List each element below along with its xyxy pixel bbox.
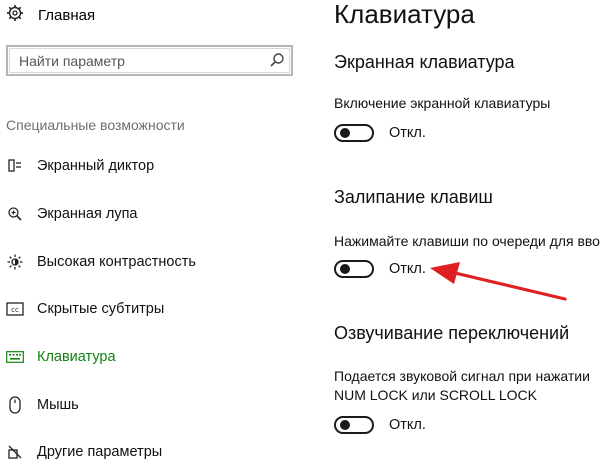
section-label: Специальные возможности xyxy=(6,117,185,133)
section-heading-sticky-keys: Залипание клавиш xyxy=(334,187,493,207)
sidebar-item-label: Другие параметры xyxy=(37,444,163,460)
narrator-icon xyxy=(6,157,24,175)
toggle-state-label: Откл. xyxy=(389,125,426,141)
sidebar-item-high-contrast[interactable]: Высокая контрастность xyxy=(6,251,196,273)
search-placeholder: Найти параметр xyxy=(19,53,125,69)
sidebar-item-other-options[interactable]: Другие параметры xyxy=(6,441,162,463)
closed-captions-icon: cc xyxy=(6,300,24,318)
sidebar-item-closed-captions[interactable]: cc Скрытые субтитры xyxy=(6,298,164,320)
sticky-keys-toggle[interactable] xyxy=(334,260,374,278)
toggle-state-label: Откл. xyxy=(389,261,426,277)
sidebar-item-label: Экранный диктор xyxy=(37,158,155,174)
search-box[interactable]: Найти параметр xyxy=(6,45,293,76)
toggle-row-on-screen-keyboard: Откл. xyxy=(334,121,426,145)
section-heading-on-screen-keyboard: Экранная клавиатура xyxy=(334,52,515,72)
home-label: Главная xyxy=(38,6,96,24)
toggle-knob xyxy=(340,264,350,274)
sidebar-item-label: Клавиатура xyxy=(37,349,116,365)
high-contrast-icon xyxy=(6,253,24,271)
sidebar-item-narrator[interactable]: Экранный диктор xyxy=(6,155,154,177)
toggle-keys-toggle[interactable] xyxy=(334,416,374,434)
on-screen-keyboard-toggle[interactable] xyxy=(334,124,374,142)
toggle-state-label: Откл. xyxy=(389,417,426,433)
setting-description: Нажимайте клавиши по очереди для вво xyxy=(334,233,600,249)
toggle-knob xyxy=(340,128,350,138)
svg-text:cc: cc xyxy=(11,306,19,314)
sidebar-item-mouse[interactable]: Мышь xyxy=(6,394,79,416)
keyboard-icon xyxy=(6,348,24,366)
setting-description-line-2: NUM LOCK или SCROLL LOCK xyxy=(334,387,537,403)
other-options-icon xyxy=(6,443,24,461)
sidebar-item-magnifier[interactable]: Экранная лупа xyxy=(6,203,137,225)
toggle-row-toggle-keys: Откл. xyxy=(334,413,426,437)
sidebar-item-label: Мышь xyxy=(37,397,79,413)
sidebar-item-label: Экранная лупа xyxy=(37,206,138,222)
page-title: Клавиатура xyxy=(334,0,475,29)
mouse-icon xyxy=(6,396,24,414)
sidebar-item-keyboard[interactable]: Клавиатура xyxy=(6,346,116,368)
setting-description-line-1: Подается звуковой сигнал при нажатии xyxy=(334,368,590,384)
search-icon[interactable] xyxy=(269,52,285,73)
sidebar: Главная Найти параметр Специальные возмо… xyxy=(0,0,312,460)
magnifier-icon xyxy=(6,205,24,223)
sidebar-item-label: Скрытые субтитры xyxy=(37,301,165,317)
toggle-row-sticky-keys: Откл. xyxy=(334,257,426,281)
content-pane: Клавиатура Экранная клавиатура Включение… xyxy=(312,0,614,455)
home-link[interactable]: Главная xyxy=(6,4,95,26)
sidebar-item-label: Высокая контрастность xyxy=(37,254,196,270)
setting-description: Включение экранной клавиатуры xyxy=(334,95,551,111)
section-heading-toggle-keys: Озвучивание переключений xyxy=(334,323,570,343)
gear-icon xyxy=(6,4,24,26)
toggle-knob xyxy=(340,420,350,430)
